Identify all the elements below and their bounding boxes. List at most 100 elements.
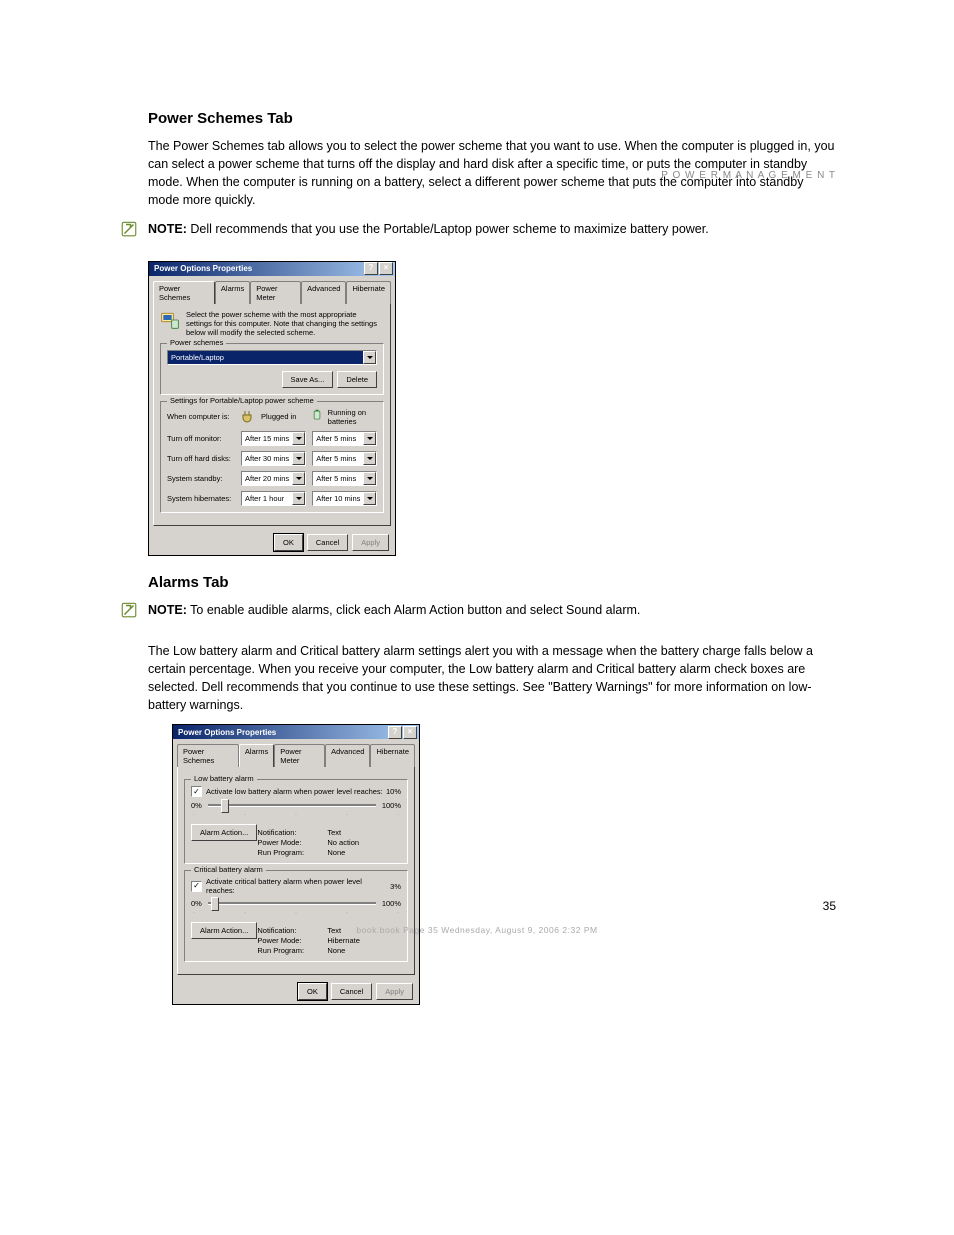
- note-body: Dell recommends that you use the Portabl…: [190, 222, 708, 236]
- close-button[interactable]: ×: [379, 262, 393, 275]
- low-alarm-action-button[interactable]: Alarm Action...: [191, 824, 257, 841]
- tab-power-meter[interactable]: Power Meter: [274, 744, 325, 767]
- tab-power-schemes[interactable]: Power Schemes: [177, 744, 239, 767]
- col-plugged-in: Plugged in: [241, 409, 306, 425]
- label-hibernate: System hibernates:: [167, 494, 235, 503]
- paragraph-alarms: The Low battery alarm and Critical batte…: [148, 642, 836, 715]
- row-header-label: When computer is:: [167, 412, 235, 421]
- chevron-down-icon[interactable]: [363, 432, 376, 445]
- value: After 5 mins: [313, 454, 363, 463]
- note-body: To enable audible alarms, click each Ala…: [190, 603, 640, 617]
- monitor-plugged-select[interactable]: After 15 mins: [241, 431, 306, 446]
- value: After 10 mins: [313, 494, 363, 503]
- monitor-battery-icon: [160, 310, 180, 332]
- hdd-plugged-select[interactable]: After 30 mins: [241, 451, 306, 466]
- label-standby: System standby:: [167, 474, 235, 483]
- dialog-power-options-schemes: Power Options Properties ? × Power Schem…: [148, 261, 396, 556]
- battery-icon: [312, 409, 323, 425]
- ok-button[interactable]: OK: [298, 983, 327, 1000]
- note-icon: [120, 601, 138, 624]
- tabstrip: Power Schemes Alarms Power Meter Advance…: [149, 276, 395, 303]
- slider-min: 0%: [191, 801, 202, 810]
- chevron-down-icon[interactable]: [363, 472, 376, 485]
- tab-power-meter[interactable]: Power Meter: [250, 281, 301, 304]
- col-on-battery: Running on batteries: [312, 408, 377, 426]
- col-plugged-label: Plugged in: [261, 412, 296, 421]
- chevron-down-icon[interactable]: [363, 492, 376, 505]
- tabstrip: Power Schemes Alarms Power Meter Advance…: [173, 739, 419, 766]
- v-power: Hibernate: [327, 936, 401, 945]
- group-legend-low: Low battery alarm: [191, 774, 257, 783]
- chevron-down-icon[interactable]: [363, 351, 376, 364]
- label-hdd: Turn off hard disks:: [167, 454, 235, 463]
- slider-max: 100%: [382, 801, 401, 810]
- low-alarm-label: Activate low battery alarm when power le…: [206, 787, 386, 796]
- v-notify: Text: [327, 828, 401, 837]
- crit-alarm-checkbox[interactable]: [191, 881, 202, 892]
- tab-hibernate[interactable]: Hibernate: [370, 744, 415, 767]
- window-title: Power Options Properties: [151, 264, 364, 273]
- chevron-down-icon[interactable]: [292, 472, 305, 485]
- help-button[interactable]: ?: [364, 262, 378, 275]
- cancel-button[interactable]: Cancel: [331, 983, 372, 1000]
- value: After 5 mins: [313, 434, 363, 443]
- chevron-down-icon[interactable]: [292, 492, 305, 505]
- note-alarms: NOTE: To enable audible alarms, click ea…: [120, 601, 836, 624]
- v-run: None: [327, 848, 401, 857]
- note-power-schemes: NOTE: Dell recommends that you use the P…: [120, 220, 836, 243]
- titlebar[interactable]: Power Options Properties ? ×: [173, 725, 419, 739]
- k-run: Run Program:: [257, 946, 319, 955]
- delete-button[interactable]: Delete: [337, 371, 377, 388]
- ok-button[interactable]: OK: [274, 534, 303, 551]
- value: After 15 mins: [242, 434, 292, 443]
- tab-advanced[interactable]: Advanced: [301, 281, 346, 304]
- low-alarm-percent: 10%: [386, 787, 401, 796]
- standby-plugged-select[interactable]: After 20 mins: [241, 471, 306, 486]
- note-icon: [120, 220, 138, 243]
- chevron-down-icon[interactable]: [292, 432, 305, 445]
- heading-alarms-tab: Alarms Tab: [148, 574, 836, 591]
- tab-advanced[interactable]: Advanced: [325, 744, 370, 767]
- chevron-down-icon[interactable]: [363, 452, 376, 465]
- chevron-down-icon[interactable]: [292, 452, 305, 465]
- apply-button[interactable]: Apply: [352, 534, 389, 551]
- standby-battery-select[interactable]: After 5 mins: [312, 471, 377, 486]
- running-header: P O W E R M A N A G E M E N T: [661, 170, 836, 181]
- tab-power-schemes[interactable]: Power Schemes: [153, 281, 215, 304]
- monitor-battery-select[interactable]: After 5 mins: [312, 431, 377, 446]
- tab-alarms[interactable]: Alarms: [215, 281, 250, 304]
- hibernate-battery-select[interactable]: After 10 mins: [312, 491, 377, 506]
- k-notify: Notification:: [257, 828, 319, 837]
- crit-alarm-label: Activate critical battery alarm when pow…: [206, 877, 390, 895]
- tab-hibernate[interactable]: Hibernate: [346, 281, 391, 304]
- group-legend: Power schemes: [167, 338, 226, 347]
- hibernate-plugged-select[interactable]: After 1 hour: [241, 491, 306, 506]
- value: After 30 mins: [242, 454, 292, 463]
- value: After 5 mins: [313, 474, 363, 483]
- help-button[interactable]: ?: [388, 726, 402, 739]
- group-scheme-settings: Settings for Portable/Laptop power schem…: [160, 401, 384, 513]
- group-power-schemes: Power schemes Portable/Laptop Save As...…: [160, 343, 384, 395]
- scheme-select[interactable]: Portable/Laptop: [167, 350, 377, 365]
- note-text: NOTE: To enable audible alarms, click ea…: [148, 601, 640, 624]
- heading-power-schemes-tab: Power Schemes Tab: [148, 110, 836, 127]
- apply-button[interactable]: Apply: [376, 983, 413, 1000]
- low-alarm-checkbox[interactable]: [191, 786, 202, 797]
- hdd-battery-select[interactable]: After 5 mins: [312, 451, 377, 466]
- label-monitor: Turn off monitor:: [167, 434, 235, 443]
- k-power: Power Mode:: [257, 936, 319, 945]
- plug-icon: [241, 409, 257, 425]
- group-low-battery: Low battery alarm Activate low battery a…: [184, 779, 408, 864]
- close-button[interactable]: ×: [403, 726, 417, 739]
- tab-alarms[interactable]: Alarms: [239, 744, 274, 767]
- scheme-value: Portable/Laptop: [168, 353, 363, 362]
- low-alarm-slider[interactable]: [208, 804, 376, 807]
- v-power: No action: [327, 838, 401, 847]
- tabpanel-power-schemes: Select the power scheme with the most ap…: [153, 303, 391, 526]
- book-footer: book.book Page 35 Wednesday, August 9, 2…: [0, 925, 954, 935]
- crit-alarm-percent: 3%: [390, 882, 401, 891]
- save-as-button[interactable]: Save As...: [282, 371, 334, 388]
- cancel-button[interactable]: Cancel: [307, 534, 348, 551]
- titlebar[interactable]: Power Options Properties ? ×: [149, 262, 395, 276]
- k-power: Power Mode:: [257, 838, 319, 847]
